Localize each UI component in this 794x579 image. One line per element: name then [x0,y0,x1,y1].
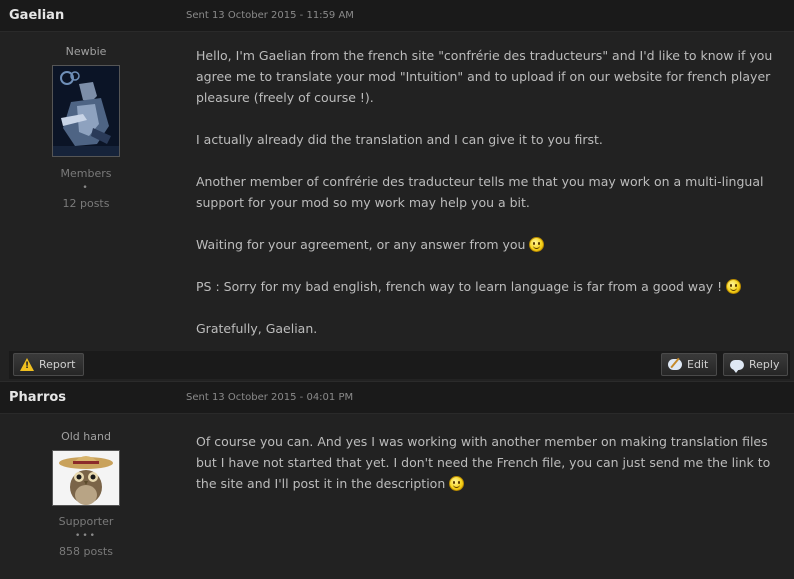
wink-smiley-icon [529,237,545,252]
post-paragraph: Another member of confrérie des traducte… [196,174,764,210]
post-header: Gaelian Sent 13 October 2015 - 11:59 AM [0,0,794,32]
post-paragraph-with-smiley: Of course you can. And yes I was working… [196,431,782,494]
reply-button[interactable]: Reply [723,353,789,376]
edit-button[interactable]: Edit [661,353,718,376]
post-body: Old hand Supporter ••• 858 posts Of cour… [0,414,794,579]
rank-pips: • [82,183,90,193]
post-count: 12 posts [62,197,110,210]
post-gaelian: Gaelian Sent 13 October 2015 - 11:59 AM … [0,0,794,381]
author-info: Old hand Supporter ••• 858 posts [0,414,172,558]
smiley-icon [449,476,465,491]
post-paragraph: I actually already did the translation a… [196,132,603,147]
report-button[interactable]: ! Report [13,353,85,376]
reply-label: Reply [749,358,780,371]
reply-bubble-icon [730,359,744,373]
rank-pips: ••• [75,531,97,541]
post-paragraph-text: Waiting for your agreement, or any answe… [196,237,526,252]
user-rank: Newbie [65,45,107,58]
wink-smiley-icon [726,279,742,294]
avatar[interactable] [52,450,120,506]
author-name[interactable]: Gaelian [9,8,64,23]
post-paragraph-with-smiley: PS : Sorry for my bad english, french wa… [196,276,782,297]
post-date: Sent 13 October 2015 - 04:01 PM [186,392,354,403]
post-pharros: Pharros Sent 13 October 2015 - 04:01 PM … [0,382,794,579]
author-name[interactable]: Pharros [9,390,66,405]
post-paragraph: Gratefully, Gaelian. [196,321,318,336]
post-paragraph-text: Of course you can. And yes I was working… [196,434,771,491]
avatar[interactable] [52,65,120,157]
post-header: Pharros Sent 13 October 2015 - 04:01 PM [0,382,794,414]
avatar-owl-hat-image [53,451,119,505]
user-group: Supporter [58,515,114,528]
report-label: Report [39,358,76,371]
post-count: 858 posts [59,545,113,558]
author-info: Newbie Members • 12 posts [0,32,172,210]
warning-icon: ! [20,358,34,371]
post-paragraph: Hello, I'm Gaelian from the french site … [196,48,773,105]
user-group: Members [60,167,112,180]
post-paragraph-text: PS : Sorry for my bad english, french wa… [196,279,723,294]
edit-label: Edit [687,358,709,371]
post-content: Hello, I'm Gaelian from the french site … [196,45,782,360]
post-paragraph-with-smiley: Waiting for your agreement, or any answe… [196,234,782,255]
post-content: Of course you can. And yes I was working… [196,431,782,515]
avatar-knight-image [53,66,119,156]
post-body: Newbie Members • 12 posts Hello, I'm Gae… [0,32,794,381]
edit-bubble-icon [668,359,682,370]
post-action-bar: ! Report Edit Reply [9,351,790,379]
user-rank: Old hand [61,430,111,443]
post-date: Sent 13 October 2015 - 11:59 AM [186,10,354,21]
